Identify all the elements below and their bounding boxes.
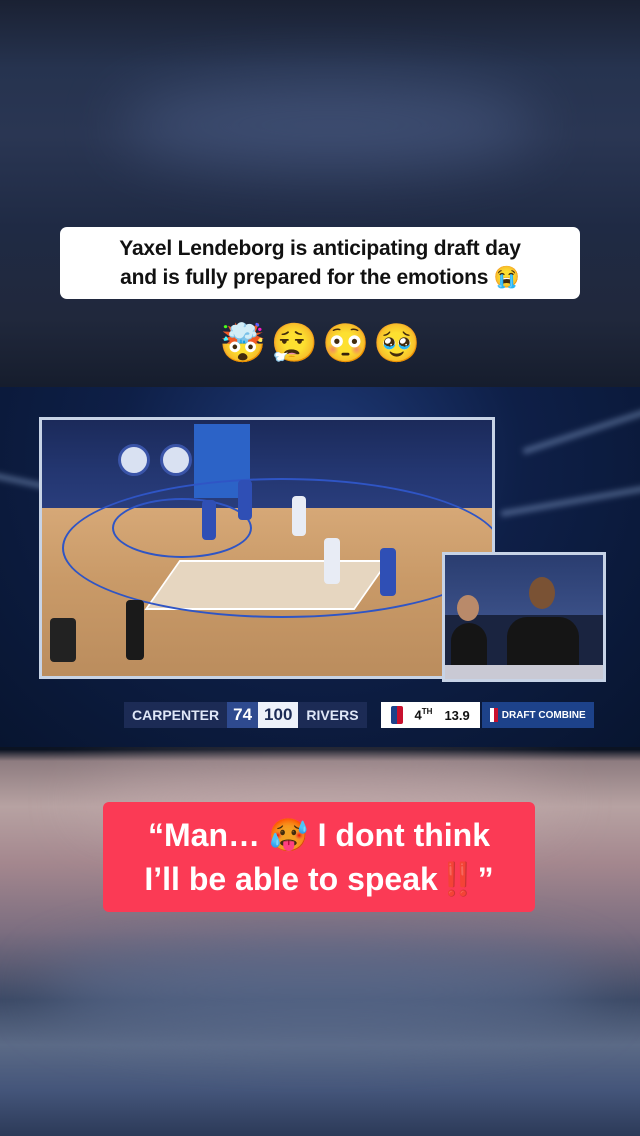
team-right-score: 100	[258, 702, 299, 728]
player-figure	[202, 500, 216, 540]
title-line-1: Yaxel Lendeborg is anticipating draft da…	[119, 237, 521, 260]
team-left-name: CARPENTER	[124, 702, 228, 728]
interview-inset	[442, 552, 606, 682]
three-point-line	[62, 478, 492, 618]
player-figure	[238, 480, 252, 520]
quote-line-2: I’ll be able to speak‼️”	[144, 861, 494, 897]
quarter-indicator: 4TH	[414, 707, 433, 723]
game-footage	[39, 417, 495, 679]
referee-figure	[126, 600, 144, 660]
game-clock: 13.9	[444, 707, 470, 723]
player-interview-head	[529, 577, 555, 609]
title-caption-card: Yaxel Lendeborg is anticipating draft da…	[60, 227, 580, 299]
team-right-name: RIVERS	[298, 702, 367, 728]
center-circle	[112, 498, 252, 558]
game-clock-panel: 4TH 13.9	[380, 702, 480, 728]
nba-logo-icon	[390, 706, 403, 724]
quote-line-1: “Man… 🥵 I dont think	[147, 817, 491, 853]
exhaling-face-emoji: 😮‍💨	[270, 323, 318, 365]
court-floor	[42, 478, 492, 676]
light-ray	[500, 483, 640, 517]
flushed-face-emoji: 😳	[322, 323, 370, 365]
player-figure	[292, 496, 306, 536]
video-player[interactable]: CARPENTER 74 100 RIVERS 4TH 13.9 DRAFT C…	[0, 387, 640, 747]
logo-icon	[160, 444, 192, 476]
player-figure	[324, 538, 340, 584]
logo-icon	[118, 444, 150, 476]
quote-caption-card: “Man… 🥵 I dont think I’ll be able to spe…	[103, 802, 535, 912]
light-ray	[522, 405, 640, 455]
scorebug: CARPENTER 74 100 RIVERS 4TH 13.9 DRAFT C…	[124, 702, 594, 728]
emoji-reaction-row: 🤯 😮‍💨 😳 🥹	[0, 318, 640, 370]
exploding-head-emoji: 🤯	[219, 323, 267, 365]
referee-figure	[50, 618, 76, 662]
nba-logo-icon	[489, 708, 498, 722]
team-left-score: 74	[227, 702, 259, 728]
player-figure	[380, 548, 396, 596]
holding-back-tears-emoji: 🥹	[373, 323, 421, 365]
title-line-2: and is fully prepared for the emotions 😭	[120, 266, 520, 289]
interviewer-head	[457, 595, 479, 621]
draft-combine-badge: DRAFT COMBINE	[481, 702, 594, 728]
